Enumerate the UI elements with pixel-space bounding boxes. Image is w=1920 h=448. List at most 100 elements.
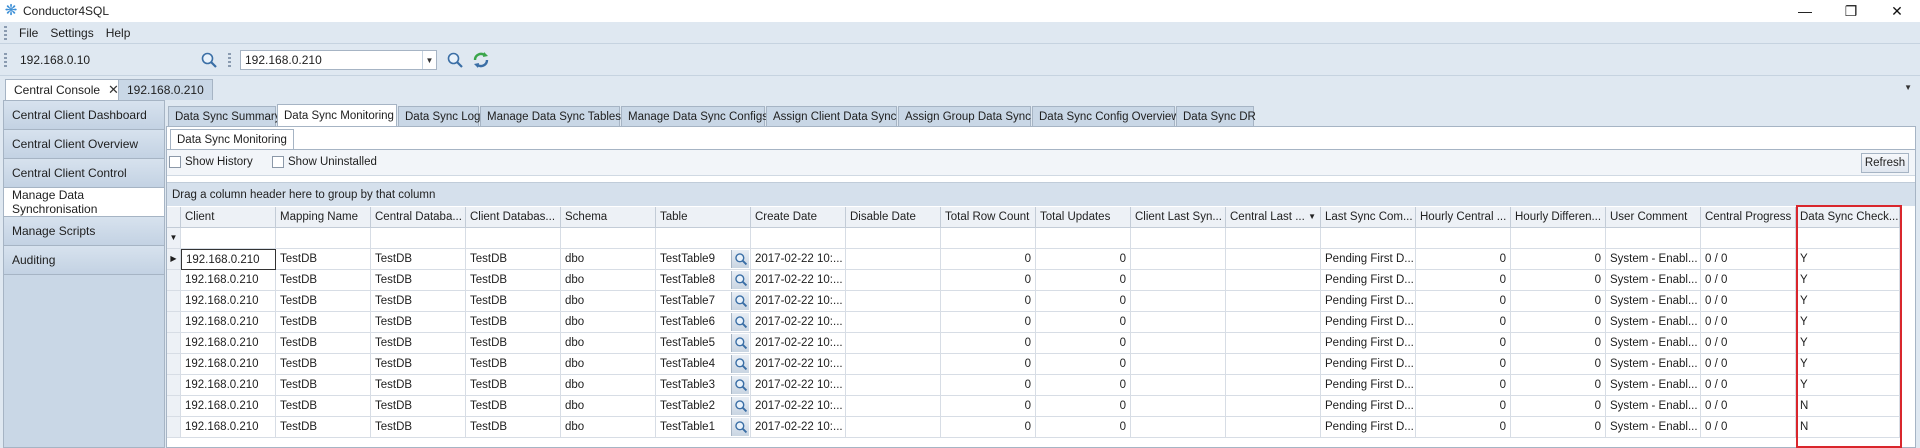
cell-user-comment[interactable]: System - Enabl... [1606, 333, 1701, 354]
cell-schema[interactable]: dbo [561, 312, 656, 333]
column-header-central-progress[interactable]: Central Progress [1701, 207, 1796, 228]
cell-client[interactable]: 192.168.0.210 [181, 375, 276, 396]
refresh-button[interactable]: Refresh [1861, 153, 1909, 173]
filter-cell[interactable] [1511, 228, 1606, 249]
cell-client[interactable]: 192.168.0.210 [181, 270, 276, 291]
search-icon[interactable] [731, 334, 749, 352]
refresh-icon[interactable] [472, 51, 490, 69]
cell-create-date[interactable]: 2017-02-22 10:... [751, 291, 846, 312]
cell-disable-date[interactable] [846, 270, 941, 291]
cell-client-databas[interactable]: TestDB [466, 270, 561, 291]
cell-disable-date[interactable] [846, 312, 941, 333]
cell-schema[interactable]: dbo [561, 249, 656, 270]
cell-disable-date[interactable] [846, 354, 941, 375]
cell-hourly-central[interactable]: 0 [1416, 270, 1511, 291]
search-icon[interactable] [731, 250, 749, 268]
column-header-disable-date[interactable]: Disable Date [846, 207, 941, 228]
cell-table[interactable]: TestTable2 [656, 396, 751, 417]
cell-create-date[interactable]: 2017-02-22 10:... [751, 249, 846, 270]
filter-cell[interactable] [1036, 228, 1131, 249]
cell-total-row-count[interactable]: 0 [941, 312, 1036, 333]
cell-total-row-count[interactable]: 0 [941, 417, 1036, 438]
tab-data-sync-config-overview[interactable]: Data Sync Config Overview [1032, 106, 1180, 126]
sidebar-item-central-client-control[interactable]: Central Client Control [4, 159, 164, 188]
cell-hourly-differen[interactable]: 0 [1511, 396, 1606, 417]
cell-client-databas[interactable]: TestDB [466, 396, 561, 417]
current-row-icon[interactable]: ▶ [167, 249, 181, 270]
cell-last-sync-com[interactable]: Pending First D... [1321, 417, 1416, 438]
filter-cell[interactable] [371, 228, 466, 249]
menu-help[interactable]: Help [100, 26, 137, 40]
tab-data-sync-summary[interactable]: Data Sync Summary [168, 106, 280, 126]
column-header-central-databa[interactable]: Central Databa... [371, 207, 466, 228]
cell-mapping-name[interactable]: TestDB [276, 333, 371, 354]
search-icon[interactable] [731, 418, 749, 436]
show-uninstalled-checkbox[interactable]: Show Uninstalled [272, 156, 377, 168]
cell-disable-date[interactable] [846, 396, 941, 417]
server-combo[interactable]: 192.168.0.210 ▼ [240, 50, 437, 70]
column-header-last-sync-com[interactable]: Last Sync Com... [1321, 207, 1416, 228]
cell-total-updates[interactable]: 0 [1036, 291, 1131, 312]
cell-data-sync-check[interactable]: Y [1796, 333, 1900, 354]
cell-last-sync-com[interactable]: Pending First D... [1321, 396, 1416, 417]
restore-icon[interactable]: ❐ [1828, 0, 1874, 22]
cell-hourly-differen[interactable]: 0 [1511, 333, 1606, 354]
cell-total-updates[interactable]: 0 [1036, 333, 1131, 354]
cell-central-last[interactable] [1226, 312, 1321, 333]
cell-client-last-syn[interactable] [1131, 375, 1226, 396]
table-row[interactable]: 192.168.0.210 TestDB TestDB TestDB dbo TestTa… [167, 396, 1915, 417]
cell-disable-date[interactable] [846, 417, 941, 438]
search-icon[interactable] [731, 355, 749, 373]
row-indicator[interactable] [167, 375, 181, 396]
cell-user-comment[interactable]: System - Enabl... [1606, 354, 1701, 375]
cell-hourly-central[interactable]: 0 [1416, 312, 1511, 333]
cell-hourly-central[interactable]: 0 [1416, 291, 1511, 312]
cell-total-row-count[interactable]: 0 [941, 333, 1036, 354]
sidebar-item-central-client-overview[interactable]: Central Client Overview [4, 130, 164, 159]
cell-mapping-name[interactable]: TestDB [276, 396, 371, 417]
tab-assign-client-data-sync[interactable]: Assign Client Data Sync [766, 106, 897, 126]
search-icon[interactable] [731, 376, 749, 394]
cell-hourly-differen[interactable]: 0 [1511, 354, 1606, 375]
cell-data-sync-check[interactable]: N [1796, 417, 1900, 438]
search-icon[interactable] [731, 292, 749, 310]
cell-client-last-syn[interactable] [1131, 312, 1226, 333]
tab-inner-data-sync-monitoring[interactable]: Data Sync Monitoring [170, 129, 294, 150]
cell-client-databas[interactable]: TestDB [466, 375, 561, 396]
cell-data-sync-check[interactable]: N [1796, 396, 1900, 417]
table-row[interactable]: 192.168.0.210 TestDB TestDB TestDB dbo TestTa… [167, 333, 1915, 354]
sort-arrow-icon[interactable]: ▼ [1308, 207, 1316, 227]
cell-central-progress[interactable]: 0 / 0 [1701, 291, 1796, 312]
cell-client-last-syn[interactable] [1131, 291, 1226, 312]
sidebar-item-auditing[interactable]: Auditing [4, 246, 164, 275]
cell-client-databas[interactable]: TestDB [466, 312, 561, 333]
cell-last-sync-com[interactable]: Pending First D... [1321, 375, 1416, 396]
cell-user-comment[interactable]: System - Enabl... [1606, 270, 1701, 291]
cell-schema[interactable]: dbo [561, 333, 656, 354]
cell-last-sync-com[interactable]: Pending First D... [1321, 291, 1416, 312]
cell-schema[interactable]: dbo [561, 270, 656, 291]
search-icon[interactable] [446, 51, 464, 69]
cell-last-sync-com[interactable]: Pending First D... [1321, 270, 1416, 291]
cell-mapping-name[interactable]: TestDB [276, 375, 371, 396]
cell-central-databa[interactable]: TestDB [371, 396, 466, 417]
cell-central-last[interactable] [1226, 417, 1321, 438]
cell-total-updates[interactable]: 0 [1036, 249, 1131, 270]
search-icon[interactable] [731, 271, 749, 289]
cell-client-last-syn[interactable] [1131, 417, 1226, 438]
column-header-mapping-name[interactable]: Mapping Name [276, 207, 371, 228]
cell-central-databa[interactable]: TestDB [371, 354, 466, 375]
search-icon[interactable] [731, 397, 749, 415]
filter-cell[interactable] [1606, 228, 1701, 249]
cell-hourly-central[interactable]: 0 [1416, 396, 1511, 417]
cell-client[interactable]: 192.168.0.210 [181, 249, 276, 270]
column-header-total-updates[interactable]: Total Updates [1036, 207, 1131, 228]
cell-total-updates[interactable]: 0 [1036, 417, 1131, 438]
cell-data-sync-check[interactable]: Y [1796, 270, 1900, 291]
cell-client-databas[interactable]: TestDB [466, 291, 561, 312]
cell-hourly-differen[interactable]: 0 [1511, 291, 1606, 312]
cell-data-sync-check[interactable]: Y [1796, 354, 1900, 375]
cell-total-row-count[interactable]: 0 [941, 270, 1036, 291]
column-header-client[interactable]: Client [181, 207, 276, 228]
cell-mapping-name[interactable]: TestDB [276, 291, 371, 312]
